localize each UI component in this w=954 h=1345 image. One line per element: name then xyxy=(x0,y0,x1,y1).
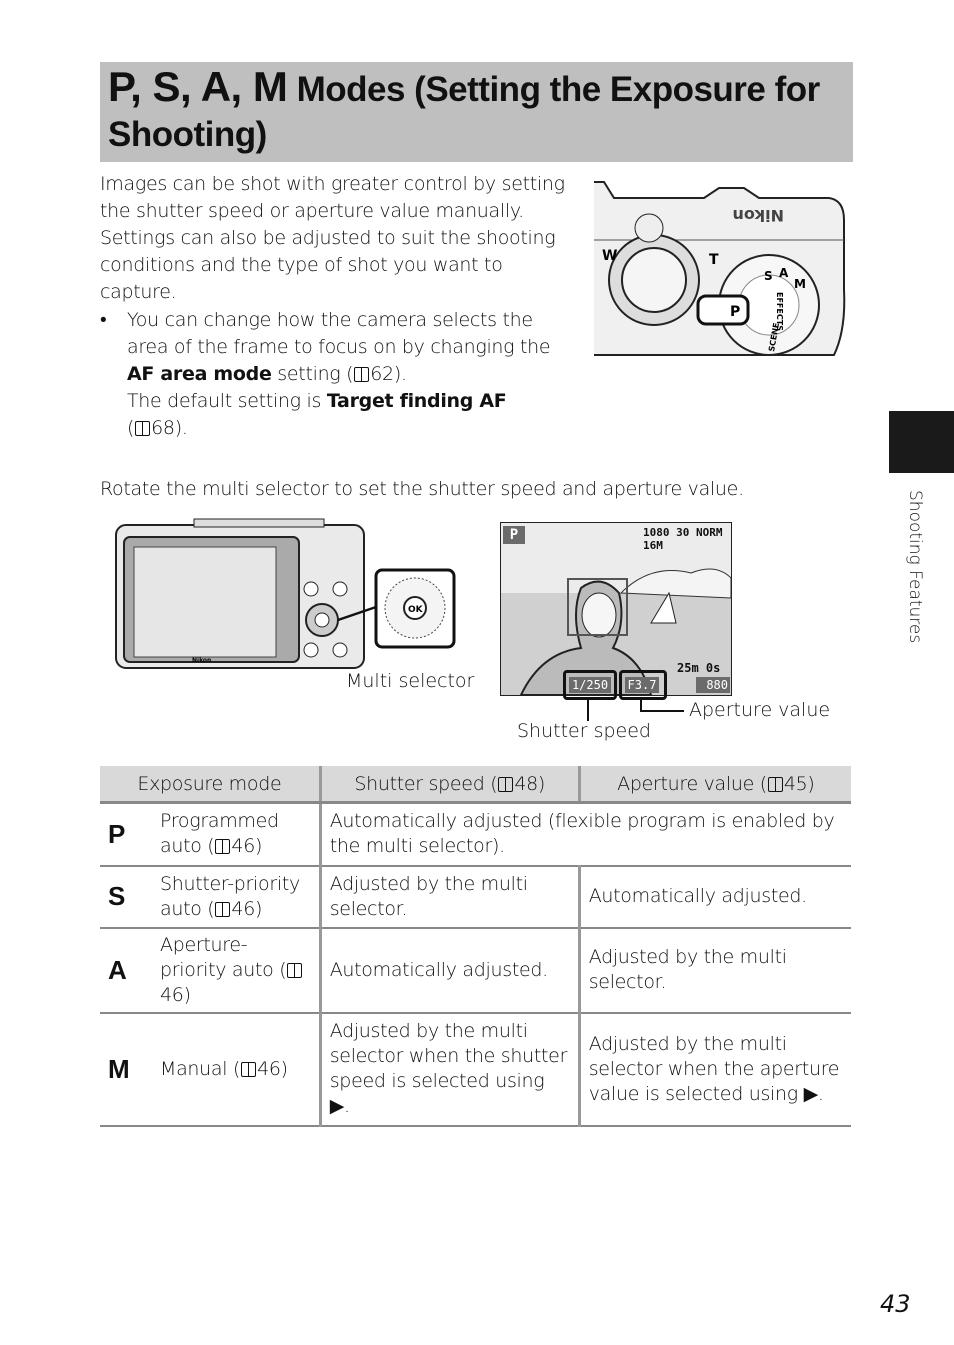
mode-letter-a: A xyxy=(100,927,160,1014)
movie-size: 1080 xyxy=(643,526,670,539)
dial-label-s: S xyxy=(764,269,773,283)
table-header-row: Exposure mode Shutter speed (48) Apertur… xyxy=(100,766,851,804)
header-shutter-speed: Shutter speed (48) xyxy=(318,766,580,804)
mode-letters: P, S, A, M xyxy=(108,63,288,110)
section-tab-marker xyxy=(889,411,954,473)
shutter-cell: Automatically adjusted. xyxy=(318,927,580,1014)
bullet-text: You can change how the camera selects th… xyxy=(127,309,551,358)
mode-letter-p: P xyxy=(100,802,160,867)
multi-selector-caption: Multi selector xyxy=(346,670,475,692)
book-icon xyxy=(354,367,370,382)
shutter-highlight xyxy=(563,670,617,700)
book-icon xyxy=(215,839,231,855)
book-icon xyxy=(287,962,303,978)
book-icon xyxy=(215,901,231,917)
mode-name: Shutter-priority auto (46) xyxy=(160,865,321,929)
section-name: Shooting Features xyxy=(905,490,925,644)
zoom-w-label: W xyxy=(602,248,617,264)
page-ref[interactable]: 68 xyxy=(151,417,175,439)
page-title: P, S, A, M Modes (Setting the Exposure f… xyxy=(108,64,848,157)
zoom-t-label: T xyxy=(709,252,719,268)
leader-line xyxy=(640,697,642,711)
dial-label-a: A xyxy=(779,266,789,280)
shutter-cell: Adjusted by the multi selector. xyxy=(318,865,580,929)
merged-cell: Automatically adjusted (flexible program… xyxy=(318,802,851,867)
image-quality: NORM xyxy=(696,526,723,539)
bullet-text: setting ( xyxy=(271,363,354,385)
aperture-cell: Automatically adjusted. xyxy=(577,865,851,929)
table-row: M Manual (46) Adjusted by the multi sele… xyxy=(100,1012,851,1127)
aperture-cell: Adjusted by the multi selector. xyxy=(577,927,851,1014)
page-ref[interactable]: 62 xyxy=(370,363,394,385)
camera-top-illustration: Nikon W T P S A M EFFECTS SCENE xyxy=(594,181,846,356)
image-size: 16M xyxy=(643,539,663,552)
table-row: P Programmed auto (46) Automatically adj… xyxy=(100,802,851,867)
bullet-item: • You can change how the camera selects … xyxy=(100,307,575,442)
bullet-text: The default setting is xyxy=(127,390,327,412)
aperture-highlight xyxy=(619,670,667,700)
movie-time-remaining: 25m 0s xyxy=(677,661,721,675)
mode-letter-m: M xyxy=(100,1012,160,1127)
shutter-speed-caption: Shutter speed xyxy=(517,720,651,742)
intro-paragraph: Images can be shot with greater control … xyxy=(100,173,565,303)
fps: 30 xyxy=(676,526,690,539)
table-row: A Aperture-priority auto (46) Automatica… xyxy=(100,927,851,1014)
bullet-text: ( xyxy=(127,417,135,439)
aperture-cell: Adjusted by the multi selector when the … xyxy=(577,1012,851,1127)
page-number: 43 xyxy=(880,1290,911,1318)
bullet-text: ). xyxy=(174,417,188,439)
mode-name: Programmed auto (46) xyxy=(160,802,321,867)
lcd-screen: P 1080 30 NORM 16M 25m 0s 1/250 F3.7 880 xyxy=(500,522,732,696)
bullet-marker: • xyxy=(100,309,107,331)
book-icon xyxy=(135,421,151,436)
leader-line xyxy=(587,697,589,721)
lcd-mode-badge: P xyxy=(503,526,525,544)
lcd-shots-remaining: 880 xyxy=(696,677,730,693)
leader-line xyxy=(640,710,684,712)
section-side-label: Shooting Features xyxy=(895,490,935,670)
target-finding-term: Target finding AF xyxy=(326,390,507,412)
bullet-text: ). xyxy=(393,363,407,385)
mode-name: Manual (46) xyxy=(160,1012,321,1127)
dial-label-m: M xyxy=(794,277,806,291)
header-exposure-mode: Exposure mode xyxy=(100,766,321,804)
af-area-mode-term: AF area mode xyxy=(127,363,272,385)
shutter-cell: Adjusted by the multi selector when the … xyxy=(318,1012,580,1127)
book-icon xyxy=(767,776,783,792)
brand-logo: Nikon xyxy=(192,657,211,664)
rotate-instruction: Rotate the multi selector to set the shu… xyxy=(100,478,744,500)
dial-label-p: P xyxy=(730,304,740,320)
camera-back-illustration: Nikon OK xyxy=(115,518,456,669)
book-icon xyxy=(241,1061,257,1077)
mode-indicator xyxy=(696,294,750,326)
lcd-status-row: 1080 30 NORM 16M xyxy=(643,526,731,552)
book-icon xyxy=(498,776,514,792)
exposure-mode-table: Exposure mode Shutter speed (48) Apertur… xyxy=(100,766,851,1127)
mode-letter-s: S xyxy=(100,865,160,929)
mode-name: Aperture-priority auto (46) xyxy=(160,927,321,1014)
ok-button-label: OK xyxy=(408,605,424,615)
table-row: S Shutter-priority auto (46) Adjusted by… xyxy=(100,865,851,929)
brand-logo: Nikon xyxy=(733,206,784,225)
aperture-value-caption: Aperture value xyxy=(689,699,831,721)
header-aperture-value: Aperture value (45) xyxy=(577,766,851,804)
